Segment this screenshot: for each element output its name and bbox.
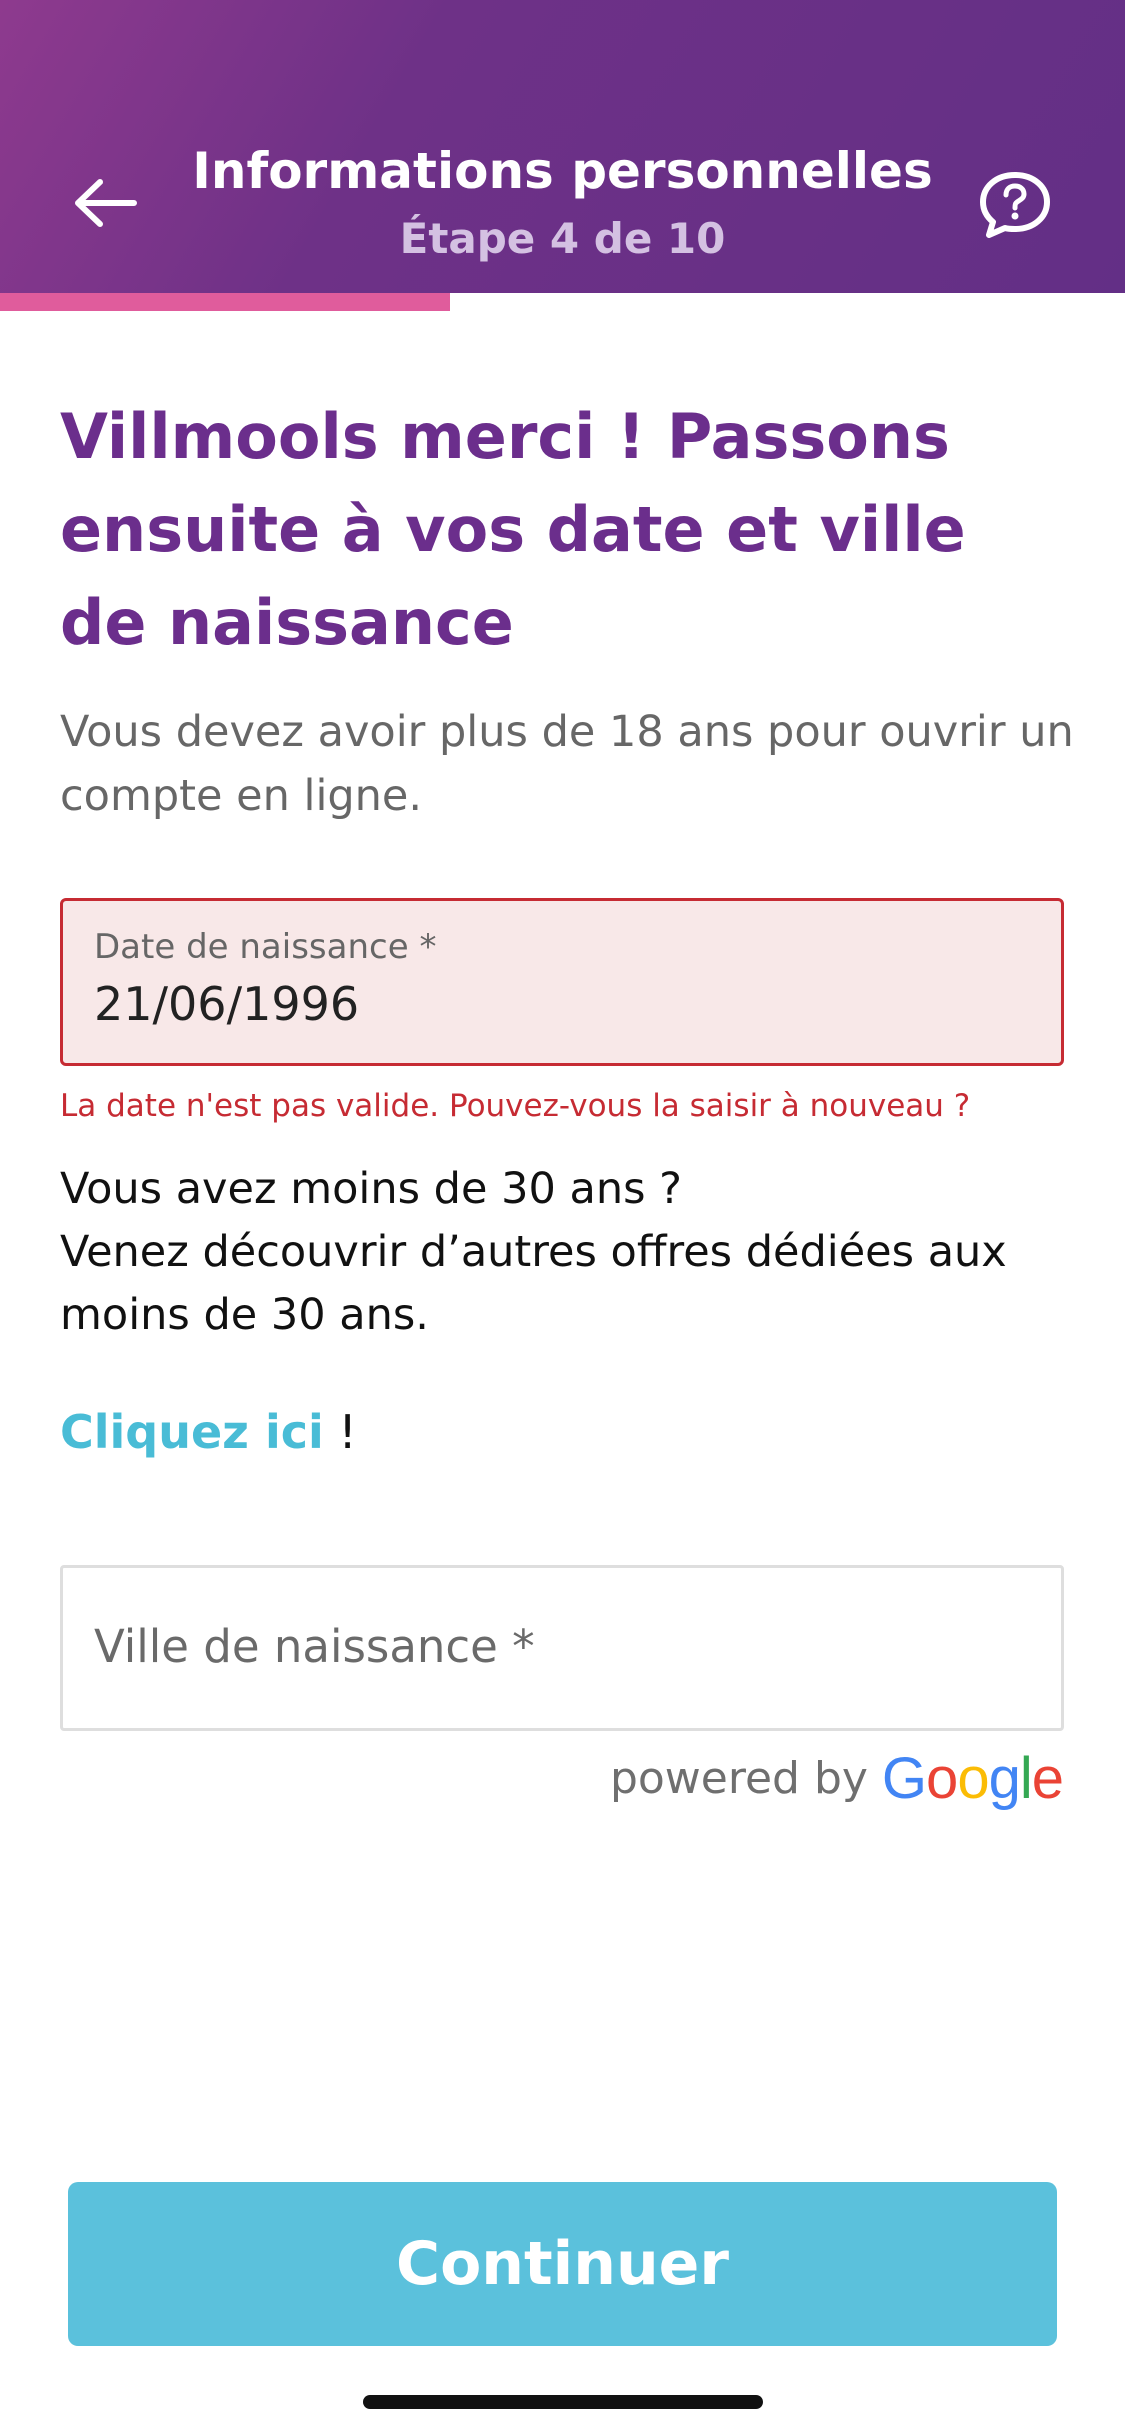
young-offer-text: Vous avez moins de 30 ans ? Venez découv… bbox=[60, 1158, 1080, 1347]
birth-city-placeholder: Ville de naissance * bbox=[94, 1620, 535, 1673]
birth-date-field[interactable]: Date de naissance * 21/06/1996 bbox=[60, 898, 1064, 1066]
home-indicator bbox=[363, 2395, 763, 2409]
birth-date-label: Date de naissance * bbox=[94, 927, 437, 967]
progress-bar-fill bbox=[0, 293, 450, 311]
birth-date-error: La date n'est pas valide. Pouvez-vous la… bbox=[60, 1088, 971, 1124]
step-indicator: Étape 4 de 10 bbox=[399, 214, 726, 263]
birth-date-value[interactable]: 21/06/1996 bbox=[94, 977, 359, 1031]
progress-bar bbox=[0, 293, 1125, 311]
continue-button[interactable]: Continuer bbox=[68, 2182, 1057, 2346]
header-bar: Informations personnelles Étape 4 de 10 bbox=[0, 0, 1125, 293]
google-logo: Google bbox=[881, 1746, 1064, 1811]
powered-by-google: powered by Google bbox=[609, 1745, 1064, 1812]
back-button[interactable] bbox=[60, 168, 150, 238]
young-offer-line: Vous avez moins de 30 ans ? bbox=[60, 1164, 682, 1214]
powered-by-text: powered by bbox=[609, 1753, 868, 1804]
young-offer-link-line: Cliquez ici ! bbox=[60, 1405, 357, 1459]
young-offer-line: moins de 30 ans. bbox=[60, 1290, 429, 1340]
page-title: Informations personnelles bbox=[192, 142, 933, 200]
help-chat-bubble-icon bbox=[980, 172, 1050, 238]
section-heading: Villmools merci ! Passons ensuite à vos … bbox=[60, 400, 966, 659]
young-offer-link-suffix: ! bbox=[323, 1405, 357, 1459]
age-requirement-text: Vous devez avoir plus de 18 ans pour ouv… bbox=[60, 707, 1074, 821]
young-offer-link[interactable]: Cliquez ici bbox=[60, 1405, 324, 1459]
birth-city-field[interactable]: Ville de naissance * bbox=[60, 1565, 1064, 1731]
young-offer-line: Venez découvrir d’autres offres dédiées … bbox=[60, 1227, 1007, 1277]
help-button[interactable] bbox=[965, 165, 1065, 245]
arrow-left-icon bbox=[75, 179, 137, 227]
